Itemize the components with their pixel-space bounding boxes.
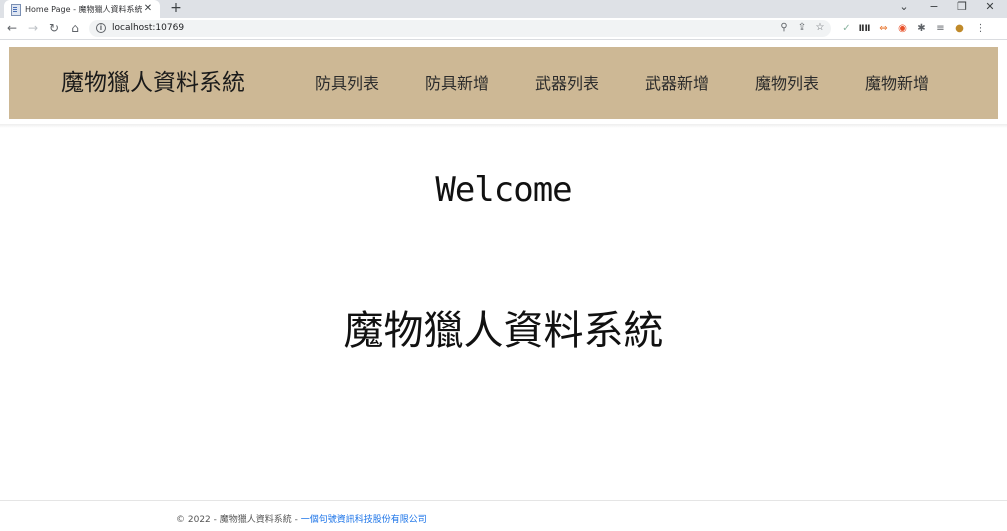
browser-tab-bar: Home Page - 魔物獵人資料系統 ✕ + ⌄ − ❐ ✕: [0, 0, 1007, 18]
header-shadow: [0, 124, 1007, 128]
close-window-button[interactable]: ✕: [981, 0, 999, 16]
tab-title: Home Page - 魔物獵人資料系統: [25, 4, 142, 14]
restore-button[interactable]: ❐: [953, 0, 971, 16]
nav-monster-list[interactable]: 魔物列表: [755, 47, 819, 119]
site-info-icon[interactable]: i: [96, 23, 106, 33]
extension-circle-icon[interactable]: ◉: [896, 22, 909, 36]
zoom-icon[interactable]: ⚲: [777, 21, 791, 35]
nav-armor-add[interactable]: 防具新增: [425, 47, 489, 119]
navbar: 魔物獵人資料系統 防具列表 防具新增 武器列表 武器新增 魔物列表 魔物新增: [9, 47, 998, 119]
nav-weapon-list[interactable]: 武器列表: [535, 47, 599, 119]
minimize-button[interactable]: −: [925, 0, 943, 16]
browser-toolbar: ← → ↻ ⌂ i localhost:10769 ⚲ ⇪ ☆ ✓ ⅡⅡ ⇔ ◉…: [0, 18, 1007, 40]
reading-list-icon[interactable]: ≡: [934, 22, 947, 36]
footer-copyright: © 2022 - 魔物獵人資料系統 -: [176, 515, 301, 525]
brand-link[interactable]: 魔物獵人資料系統: [61, 47, 245, 119]
welcome-heading: Welcome: [435, 170, 572, 210]
nav-weapon-add[interactable]: 武器新增: [645, 47, 709, 119]
profile-avatar-icon[interactable]: ●: [953, 22, 966, 36]
nav-monster-add[interactable]: 魔物新增: [865, 47, 929, 119]
address-bar[interactable]: i localhost:10769 ⚲ ⇪ ☆: [89, 20, 831, 37]
back-arrow-icon[interactable]: ←: [4, 20, 20, 36]
footer: © 2022 - 魔物獵人資料系統 - 一個句號資訊科技股份有限公司: [176, 512, 427, 525]
forward-arrow-icon[interactable]: →: [25, 20, 41, 36]
extensions-puzzle-icon[interactable]: ✱: [915, 22, 928, 36]
url-text[interactable]: localhost:10769: [112, 22, 184, 35]
checkmark-extension-icon[interactable]: ✓: [840, 22, 853, 36]
nav-armor-list[interactable]: 防具列表: [315, 47, 379, 119]
tab-close-icon[interactable]: ✕: [142, 3, 154, 15]
tab-search-icon[interactable]: ⌄: [895, 0, 913, 16]
footer-company-link[interactable]: 一個句號資訊科技股份有限公司: [301, 515, 427, 525]
footer-divider: [0, 500, 1007, 501]
share-icon[interactable]: ⇪: [795, 21, 809, 35]
browser-menu-icon[interactable]: ⋮: [974, 22, 987, 36]
home-icon[interactable]: ⌂: [67, 20, 83, 36]
bookmark-star-icon[interactable]: ☆: [813, 21, 827, 35]
extension-icon[interactable]: ⅡⅡ: [858, 22, 871, 36]
new-tab-button[interactable]: +: [168, 0, 184, 18]
extension-arrows-icon[interactable]: ⇔: [877, 22, 890, 36]
reload-icon[interactable]: ↻: [46, 20, 62, 36]
site-header: 魔物獵人資料系統 防具列表 防具新增 武器列表 武器新增 魔物列表 魔物新增: [0, 40, 1007, 126]
page-favicon-icon: [10, 3, 21, 16]
main-title: 魔物獵人資料系統: [343, 308, 664, 354]
browser-tab[interactable]: Home Page - 魔物獵人資料系統 ✕: [4, 0, 160, 18]
